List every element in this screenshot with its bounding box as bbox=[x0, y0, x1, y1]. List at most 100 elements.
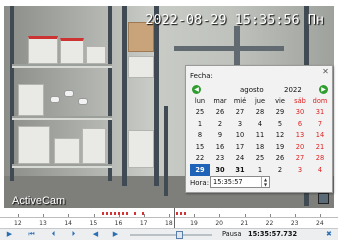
calendar-day[interactable]: 4 bbox=[310, 164, 330, 176]
calendar-day[interactable]: 31 bbox=[230, 164, 250, 176]
calendar-day[interactable]: 15 bbox=[190, 141, 210, 153]
recording-mark bbox=[118, 212, 120, 215]
next-month-icon[interactable]: ▶ bbox=[319, 85, 328, 94]
timeline-cursor[interactable] bbox=[174, 208, 175, 228]
calendar-day[interactable]: 3 bbox=[290, 164, 310, 176]
calendar-day[interactable]: 26 bbox=[270, 153, 290, 165]
calendar-day[interactable]: 1 bbox=[250, 164, 270, 176]
recording-mark bbox=[142, 212, 144, 215]
weekday-label: dom bbox=[312, 96, 328, 105]
calendar-day[interactable]: 28 bbox=[250, 107, 270, 119]
calendar-day[interactable]: 2 bbox=[270, 164, 290, 176]
calendar-day[interactable]: 19 bbox=[270, 141, 290, 153]
timeline-hour-label: 15 bbox=[89, 220, 98, 227]
calendar-day[interactable]: 31 bbox=[310, 107, 330, 119]
calendar-day[interactable]: 2 bbox=[210, 118, 230, 130]
product-box bbox=[18, 84, 44, 116]
year-value[interactable]: 2022 bbox=[284, 86, 302, 94]
product-box bbox=[86, 46, 106, 64]
calendar-day[interactable]: 10 bbox=[230, 130, 250, 142]
calendar-day[interactable]: 8 bbox=[190, 130, 210, 142]
calendar-day[interactable]: 22 bbox=[190, 153, 210, 165]
calendar-day[interactable]: 25 bbox=[250, 153, 270, 165]
calendar-day[interactable]: 20 bbox=[290, 141, 310, 153]
calendar-day[interactable]: 9 bbox=[210, 130, 230, 142]
calendar-day[interactable]: 17 bbox=[230, 141, 250, 153]
calendar-day[interactable]: 4 bbox=[250, 118, 270, 130]
timeline[interactable]: 12 13 14 15 16 17 18 19 20 21 22 23 24 bbox=[0, 208, 338, 228]
calendar-day[interactable]: 28 bbox=[310, 153, 330, 165]
time-spinner[interactable]: ▲ ▼ bbox=[261, 177, 269, 187]
timeline-hour-label: 14 bbox=[64, 220, 72, 227]
month-navigation: ◀ agosto 2022 ▶ bbox=[190, 85, 330, 95]
playback-controls: ▶ ⏮ ⏴ ⏵ ◀ ▶ Pausa 15:35:57.732 ✖ bbox=[0, 228, 338, 240]
calendar-day[interactable]: 6 bbox=[290, 118, 310, 130]
timeline-tick bbox=[320, 214, 321, 217]
time-label: Hora: bbox=[190, 179, 210, 187]
calendar-day[interactable]: 30 bbox=[290, 107, 310, 119]
product-box bbox=[128, 130, 154, 168]
calendar-day[interactable]: 12 bbox=[270, 130, 290, 142]
camera-on-shelf bbox=[78, 98, 88, 105]
timeline-tick bbox=[269, 214, 271, 217]
calendar-day[interactable]: 27 bbox=[290, 153, 310, 165]
calendar-day[interactable]: 14 bbox=[310, 130, 330, 142]
pipe bbox=[174, 46, 284, 51]
spin-down-icon[interactable]: ▼ bbox=[262, 182, 269, 187]
calendar-day[interactable]: 11 bbox=[250, 130, 270, 142]
calendar-day[interactable]: 27 bbox=[230, 107, 250, 119]
step-back-icon[interactable]: ⏴ bbox=[48, 230, 59, 239]
calendar-week: 15 16 17 18 19 20 21 bbox=[190, 141, 330, 153]
rack-pole bbox=[164, 106, 168, 196]
calendar-day[interactable]: 26 bbox=[210, 107, 230, 119]
product-box bbox=[60, 38, 84, 64]
timeline-tick bbox=[43, 214, 45, 217]
calendar-day[interactable]: 18 bbox=[250, 141, 270, 153]
recording-mark bbox=[106, 212, 108, 215]
skip-start-icon[interactable]: ⏮ bbox=[26, 230, 37, 239]
close-icon[interactable]: ✕ bbox=[321, 67, 330, 76]
weekday-label: sáb bbox=[294, 96, 306, 105]
calendar-week: 1 2 3 4 5 6 7 bbox=[190, 118, 330, 130]
frame-back-icon[interactable]: ◀ bbox=[90, 230, 101, 239]
calendar-toggle-button[interactable] bbox=[318, 193, 329, 204]
calendar-day[interactable]: 23 bbox=[210, 153, 230, 165]
calendar-day[interactable]: 16 bbox=[210, 141, 230, 153]
step-forward-icon[interactable]: ⏵ bbox=[68, 230, 79, 239]
camera-on-shelf bbox=[64, 90, 74, 97]
date-picker-popup: ✕ Fecha: ◀ agosto 2022 ▶ lun mar mié jue… bbox=[185, 65, 333, 193]
timeline-tick bbox=[93, 214, 95, 217]
date-label: Fecha: bbox=[190, 72, 213, 80]
weekday-header-row: lun mar mié jue vie sáb dom bbox=[190, 95, 330, 107]
timeline-hour-label: 22 bbox=[265, 220, 274, 227]
frame-forward-icon[interactable]: ▶ bbox=[110, 230, 121, 239]
calendar-day[interactable]: 21 bbox=[310, 141, 330, 153]
calendar-day-selected[interactable]: 29 bbox=[190, 164, 210, 176]
speed-slider-track[interactable] bbox=[130, 234, 212, 236]
calendar-week: 8 9 10 11 12 13 14 bbox=[190, 130, 330, 142]
calendar-day[interactable]: 3 bbox=[230, 118, 250, 130]
timeline-axis bbox=[0, 217, 338, 218]
close-icon[interactable]: ✖ bbox=[326, 230, 332, 238]
speed-slider-knob[interactable] bbox=[176, 231, 183, 239]
playback-timecode: 15:35:57.732 bbox=[248, 230, 298, 238]
calendar-day[interactable]: 5 bbox=[270, 118, 290, 130]
calendar-day[interactable]: 13 bbox=[290, 130, 310, 142]
calendar-day[interactable]: 30 bbox=[210, 164, 230, 176]
recording-mark bbox=[110, 212, 112, 215]
calendar-day[interactable]: 24 bbox=[230, 153, 250, 165]
month-name[interactable]: agosto bbox=[240, 86, 264, 94]
calendar-day[interactable]: 29 bbox=[270, 107, 290, 119]
timeline-hour-label: 17 bbox=[139, 220, 148, 227]
calendar-day[interactable]: 7 bbox=[310, 118, 330, 130]
time-field[interactable]: 15:35:57 ▲ ▼ bbox=[210, 176, 270, 188]
time-value: 15:35:57 bbox=[213, 178, 243, 186]
product-box bbox=[128, 56, 154, 78]
calendar-day[interactable]: 1 bbox=[190, 118, 210, 130]
play-icon[interactable]: ▶ bbox=[4, 230, 15, 239]
recording-mark bbox=[126, 212, 128, 215]
calendar-day[interactable]: 25 bbox=[190, 107, 210, 119]
product-box bbox=[54, 138, 80, 164]
prev-month-icon[interactable]: ◀ bbox=[192, 85, 201, 94]
timeline-hour-label: 18 bbox=[165, 220, 173, 227]
